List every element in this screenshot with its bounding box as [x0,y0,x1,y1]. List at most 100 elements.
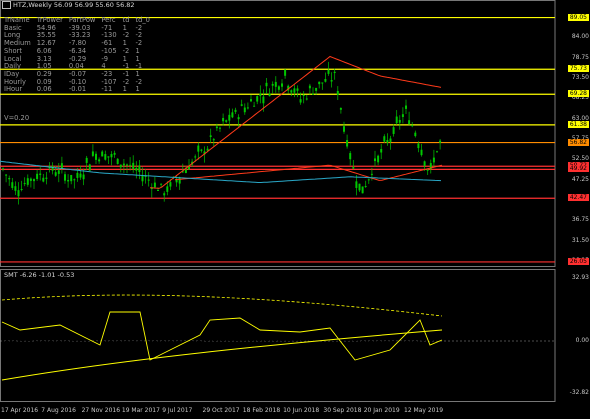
candle-body [277,86,280,90]
candle-body [408,120,411,125]
candle-body [299,99,302,103]
oscillator-bar [405,341,407,350]
time-axis-label: 12 May 2019 [404,407,444,414]
candle-body [70,174,73,182]
oscillator-bar [368,341,371,347]
oscillator-bar [64,341,67,343]
candle-body [234,109,237,112]
candle-body [411,125,414,127]
candle-body [147,179,150,181]
oscillator-bar [433,335,436,341]
price-tag: 26.05 [567,257,589,265]
oscillator-bar [155,341,158,346]
time-axis-label: 10 Jun 2018 [283,407,320,414]
price-axis-label: 36.75 [571,216,589,224]
candle-body [364,185,367,187]
time-axis-label: 9 Jul 2017 [162,407,193,414]
oscillator-bar [25,339,28,341]
oscillator-bar [2,341,4,348]
oscillator-bar [74,339,77,341]
candle-body [160,183,163,185]
candle-body [330,80,333,82]
stats-cell: 1 [135,85,140,94]
price-tag: 61.38 [567,120,589,128]
oscillator-bar [181,341,184,352]
candle-body [395,116,398,124]
candle-body [256,96,259,102]
oscillator-bar [12,341,15,343]
candle-body [157,189,159,191]
candle-body [420,149,423,156]
candle-body [389,138,392,142]
sub-axis-label: 32.93 [571,274,589,281]
candle-body [432,157,435,163]
oscillator-bar [197,341,199,349]
oscillator-bar [113,341,116,355]
candle-body [85,157,88,163]
candle-body [349,153,352,160]
oscillator-bar [293,318,296,341]
oscillator-bar [51,341,54,345]
stats-cell: -11 [101,85,113,94]
candle-body [126,164,128,166]
candle-body [296,88,299,91]
candle-body [54,172,57,176]
candle-body [293,88,296,93]
oscillator-bar [233,321,236,341]
candle-body [122,163,125,166]
candle-body [222,117,225,122]
candle-body [352,167,355,169]
time-axis-label: 20 Jan 2019 [363,407,400,414]
price-axis-label: 84.00 [571,33,589,41]
oscillator-bar [194,341,197,350]
oscillator-bar [376,341,379,349]
candle-body [200,149,203,151]
oscillator-bar [280,319,283,341]
oscillator-bar [384,341,387,352]
candle-body [20,188,23,190]
candle-body [104,154,107,160]
oscillator-bar [121,341,124,349]
oscillator-bar [319,331,322,341]
candle-body [215,126,218,129]
oscillator-bar [207,330,210,341]
candle-body [250,99,252,102]
oscillator-bar [438,334,441,341]
oscillator-bar [217,324,220,341]
candle-body [339,108,342,110]
candle-body [398,119,401,123]
candle-body [88,164,91,171]
oscillator-bar [139,341,142,348]
time-axis-label: 27 Nov 2016 [81,407,121,414]
oscillator-bar [212,327,215,341]
candle-body [64,174,66,181]
candle-body [436,151,438,153]
sub-window-title: SMT -6.26 -1.01 -0.53 [4,271,75,279]
candle-body [219,127,221,129]
oscillator-bar [204,332,207,341]
ma-mid-line [174,164,443,181]
candle-body [343,126,345,132]
candle-body [271,83,274,86]
envelope-upper [1,294,443,317]
oscillator-bar [210,329,212,341]
candle-body [132,162,135,170]
oscillator-bar [186,341,189,352]
candle-body [119,164,122,168]
candle-body [184,169,187,174]
candle-body [324,79,327,82]
oscillator-bar [168,341,171,349]
oscillator-bar [267,322,270,341]
oscillator-bar [116,341,119,356]
candle-body [401,114,404,117]
time-axis-label: 17 Apr 2016 [1,407,39,414]
oscillator-bar [59,341,62,344]
oscillator-bar [431,336,433,341]
candle-body [336,90,339,95]
oscillator-bar [306,323,309,341]
oscillator-bar [301,320,303,341]
oscillator-bar [415,341,418,344]
candle-body [5,174,8,176]
candle-body [312,93,314,95]
oscillator-bar [48,341,51,344]
